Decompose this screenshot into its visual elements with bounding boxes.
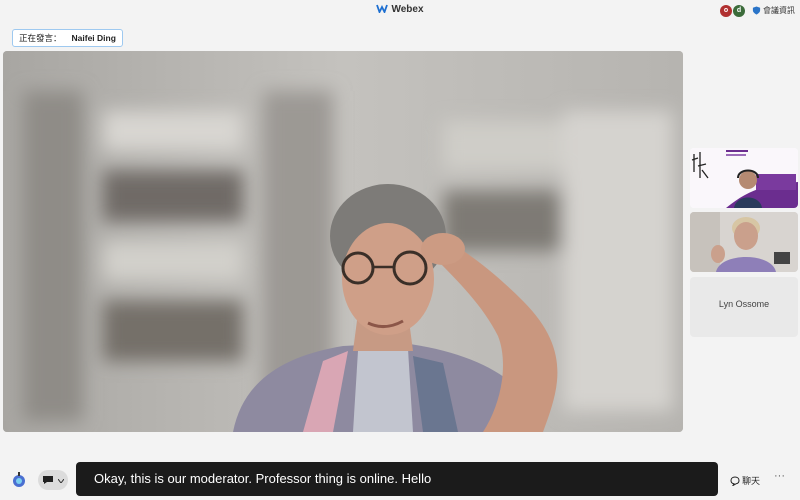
participant-thumbnail[interactable]: Lyn Ossome [690, 277, 798, 337]
caption-text: Okay, this is our moderator. Professor t… [94, 471, 432, 486]
avatar-initial: d [736, 7, 742, 14]
participant-thumbnail[interactable] [690, 148, 798, 208]
chat-bubble-icon [730, 475, 740, 486]
active-speaker-indicator: 正在發言： Naifei Ding [12, 29, 123, 47]
speaking-label: 正在發言： [19, 33, 62, 43]
participant-thumbnail[interactable] [690, 212, 798, 272]
meeting-info-button[interactable]: 會議資訊 [752, 5, 795, 16]
meeting-info-label: 會議資訊 [763, 6, 795, 15]
speaker-name: Naifei Ding [71, 33, 116, 43]
thumbnail-video-image [690, 148, 798, 208]
avatar-initial: o [723, 7, 729, 14]
speaker-video-image [3, 51, 683, 432]
chat-label: 聊天 [742, 476, 761, 486]
thumbnail-video-image [690, 212, 798, 272]
assistant-icon[interactable] [12, 472, 26, 488]
chevron-down-icon [58, 479, 64, 483]
participant-avatar[interactable]: d [733, 5, 745, 17]
live-caption-bar: Okay, this is our moderator. Professor t… [76, 462, 718, 496]
caption-icon [43, 476, 53, 484]
shield-icon [752, 6, 761, 15]
main-video-feed[interactable] [3, 51, 683, 432]
webex-logo-icon [376, 4, 389, 13]
captions-button[interactable] [38, 470, 68, 490]
participant-name: Lyn Ossome [718, 299, 770, 309]
app-title-text: Webex [391, 4, 424, 15]
participant-avatar[interactable]: o [720, 5, 732, 17]
app-title: Webex [0, 4, 800, 15]
chat-button[interactable]: 聊天 [730, 474, 760, 487]
more-options-icon: ··· [774, 470, 785, 482]
more-options-button[interactable]: ··· [774, 470, 785, 482]
title-bar: Webex o d 會議資訊 [0, 0, 800, 22]
